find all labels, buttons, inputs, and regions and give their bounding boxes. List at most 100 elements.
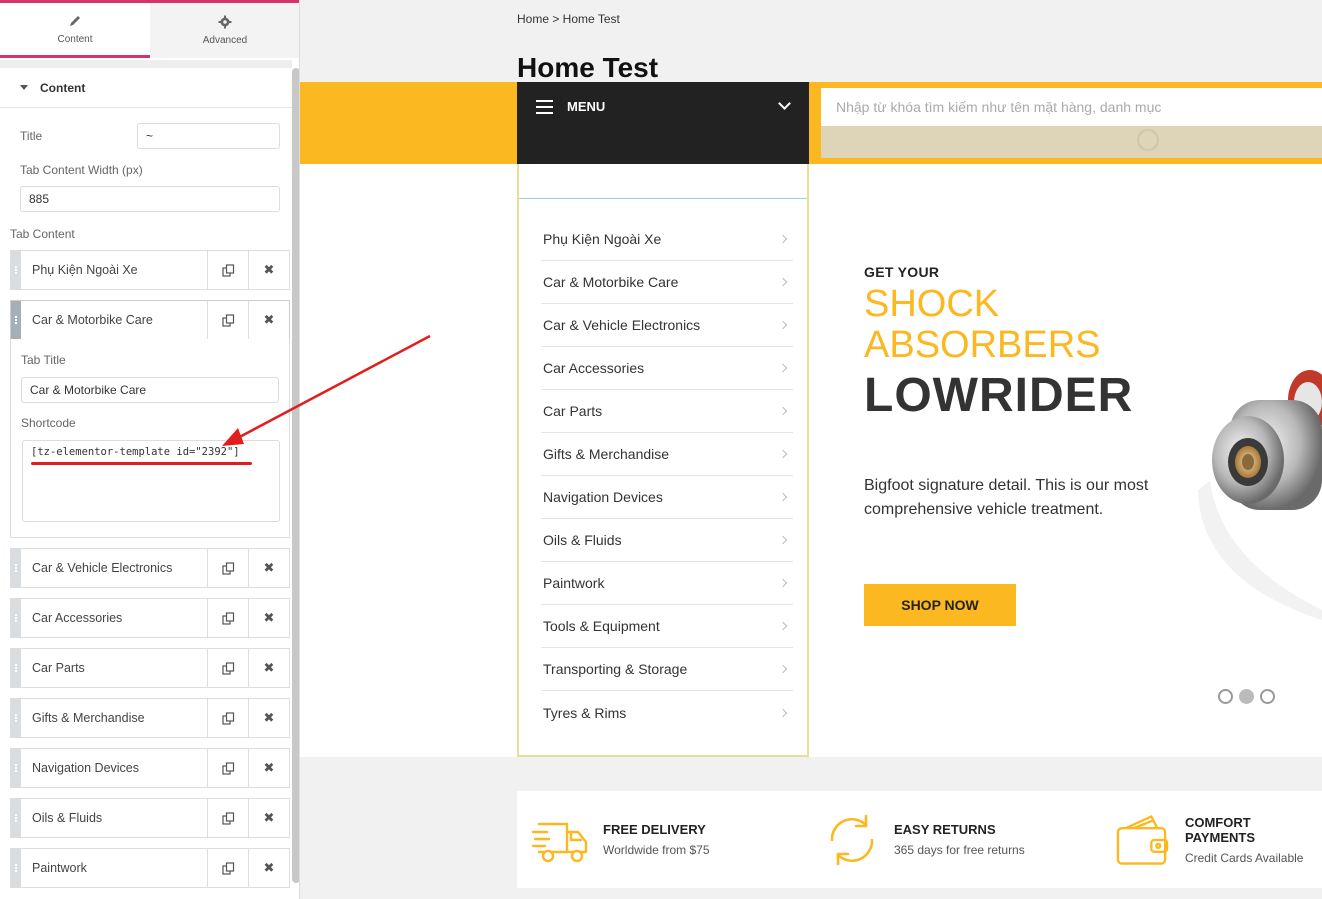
repeater-row-title: Phụ Kiện Ngoài Xe [32, 263, 138, 277]
duplicate-button[interactable] [207, 251, 248, 289]
category-item[interactable]: Tyres & Rims [541, 691, 793, 734]
duplicate-button[interactable] [207, 749, 248, 787]
title-input[interactable]: ~ [137, 123, 280, 149]
duplicate-button[interactable] [207, 599, 248, 637]
search-input[interactable]: Nhập từ khóa tìm kiếm như tên mặt hàng, … [821, 88, 1322, 126]
tab-title-label: Tab Title [21, 353, 66, 367]
category-item[interactable]: Tools & Equipment [541, 605, 793, 648]
pencil-icon [70, 15, 80, 26]
repeater-row[interactable]: Phụ Kiện Ngoài Xe ✖ [10, 250, 290, 290]
editor-panel: Content Advanced Content Title ~ Tab Con… [0, 0, 300, 899]
chevron-right-icon [778, 234, 788, 244]
feature-title: COMFORT PAYMENTS [1184, 814, 1256, 845]
copy-icon [221, 761, 234, 775]
remove-button[interactable]: ✖ [248, 699, 289, 737]
tab-advanced[interactable]: Advanced [150, 3, 299, 58]
category-item[interactable]: Car Accessories [541, 347, 793, 390]
category-item[interactable]: Phụ Kiện Ngoài Xe [541, 218, 793, 261]
duplicate-button[interactable] [207, 799, 248, 837]
hero-title: LOWRIDER [864, 369, 1134, 422]
slider-dot[interactable] [1218, 689, 1233, 704]
duplicate-button[interactable] [207, 849, 248, 887]
category-item[interactable]: Car Parts [541, 390, 793, 433]
remove-button[interactable]: ✖ [248, 799, 289, 837]
category-menu-toggle[interactable]: MENU [517, 82, 809, 164]
copy-icon [221, 611, 234, 625]
category-label: Gifts & Merchandise [543, 446, 670, 462]
repeater-row[interactable]: Navigation Devices ✖ [10, 748, 290, 788]
category-item[interactable]: Car & Motorbike Care [541, 261, 793, 304]
duplicate-button[interactable] [207, 301, 248, 339]
content-section-toggle[interactable]: Content [0, 68, 292, 108]
feature-delivery: FREE DELIVERY Worldwide from $75 [531, 791, 710, 888]
drag-handle[interactable] [11, 649, 21, 687]
category-list-box: Phụ Kiện Ngoài Xe Car & Motorbike Care C… [517, 164, 809, 757]
duplicate-button[interactable] [207, 699, 248, 737]
repeater-row[interactable]: Car & Motorbike Care ✖ [10, 300, 290, 340]
category-label: Navigation Devices [543, 489, 663, 505]
category-item[interactable]: Transporting & Storage [541, 648, 793, 691]
repeater-row-title: Paintwork [32, 861, 87, 875]
chevron-down-icon [778, 97, 791, 110]
wallet-icon [1116, 814, 1169, 865]
category-item[interactable]: Oils & Fluids [541, 519, 793, 562]
panel-divider [0, 60, 292, 68]
feature-title: FREE DELIVERY [603, 822, 706, 837]
remove-button[interactable]: ✖ [248, 599, 289, 637]
chevron-right-icon [778, 578, 788, 588]
chevron-right-icon [778, 708, 788, 717]
repeater-row[interactable]: Paintwork ✖ [10, 848, 290, 888]
caret-down-icon [20, 85, 28, 90]
panel-tabs: Content Advanced [0, 0, 299, 58]
remove-button[interactable]: ✖ [248, 251, 289, 289]
repeater-row[interactable]: Car & Vehicle Electronics ✖ [10, 548, 290, 588]
panel-scrollbar[interactable] [292, 68, 299, 883]
feature-payments: COMFORT PAYMENTS Credit Cards Available [1114, 791, 1322, 888]
features-bar: FREE DELIVERY Worldwide from $75 EASY RE… [517, 791, 1322, 888]
repeater-row[interactable]: Gifts & Merchandise ✖ [10, 698, 290, 738]
category-label: Car Parts [543, 403, 603, 419]
drag-handle[interactable] [11, 749, 21, 787]
drag-handle[interactable] [11, 699, 21, 737]
duplicate-button[interactable] [207, 549, 248, 587]
repeater-row[interactable]: Oils & Fluids ✖ [10, 798, 290, 838]
drag-handle[interactable] [11, 599, 21, 637]
category-item[interactable]: Car & Vehicle Electronics [541, 304, 793, 347]
hero-line-2: ABSORBERS [864, 324, 1101, 366]
category-label: Tyres & Rims [543, 704, 627, 721]
remove-button[interactable]: ✖ [248, 649, 289, 687]
width-input[interactable]: 885 [20, 186, 280, 212]
category-item[interactable]: Gifts & Merchandise [541, 433, 793, 476]
remove-button[interactable]: ✖ [248, 301, 289, 339]
shortcode-textarea[interactable]: [tz-elementor-template id="2392"] [22, 440, 280, 522]
category-item[interactable]: Navigation Devices [541, 476, 793, 519]
hero-kicker: GET YOUR [864, 264, 940, 280]
repeater-row-title: Car Accessories [32, 611, 123, 625]
chevron-right-icon [778, 320, 788, 330]
close-icon: ✖ [263, 610, 275, 625]
remove-button[interactable]: ✖ [248, 749, 289, 787]
category-label: Oils & Fluids [543, 532, 622, 548]
repeater-row[interactable]: Car Parts ✖ [10, 648, 290, 688]
annotation-underline [31, 462, 252, 465]
tab-content-label: Content [57, 33, 93, 45]
duplicate-button[interactable] [207, 649, 248, 687]
drag-handle[interactable] [11, 251, 21, 289]
refresh-icon [830, 814, 874, 865]
drag-handle[interactable] [11, 549, 21, 587]
slider-dot[interactable] [1260, 689, 1275, 704]
slider-dot-active[interactable] [1239, 689, 1254, 704]
repeater-row-title: Navigation Devices [32, 761, 139, 775]
title-label: Title [20, 129, 43, 143]
drag-handle[interactable] [11, 849, 21, 887]
search-button-area[interactable] [821, 126, 1322, 158]
category-item[interactable]: Paintwork [541, 562, 793, 605]
drag-handle[interactable] [11, 301, 21, 339]
remove-button[interactable]: ✖ [248, 849, 289, 887]
shop-now-button[interactable]: SHOP NOW [864, 584, 1016, 626]
remove-button[interactable]: ✖ [248, 549, 289, 587]
drag-handle[interactable] [11, 799, 21, 837]
tab-title-input[interactable]: Car & Motorbike Care [21, 377, 279, 403]
tab-content[interactable]: Content [0, 3, 150, 58]
repeater-row[interactable]: Car Accessories ✖ [10, 598, 290, 638]
